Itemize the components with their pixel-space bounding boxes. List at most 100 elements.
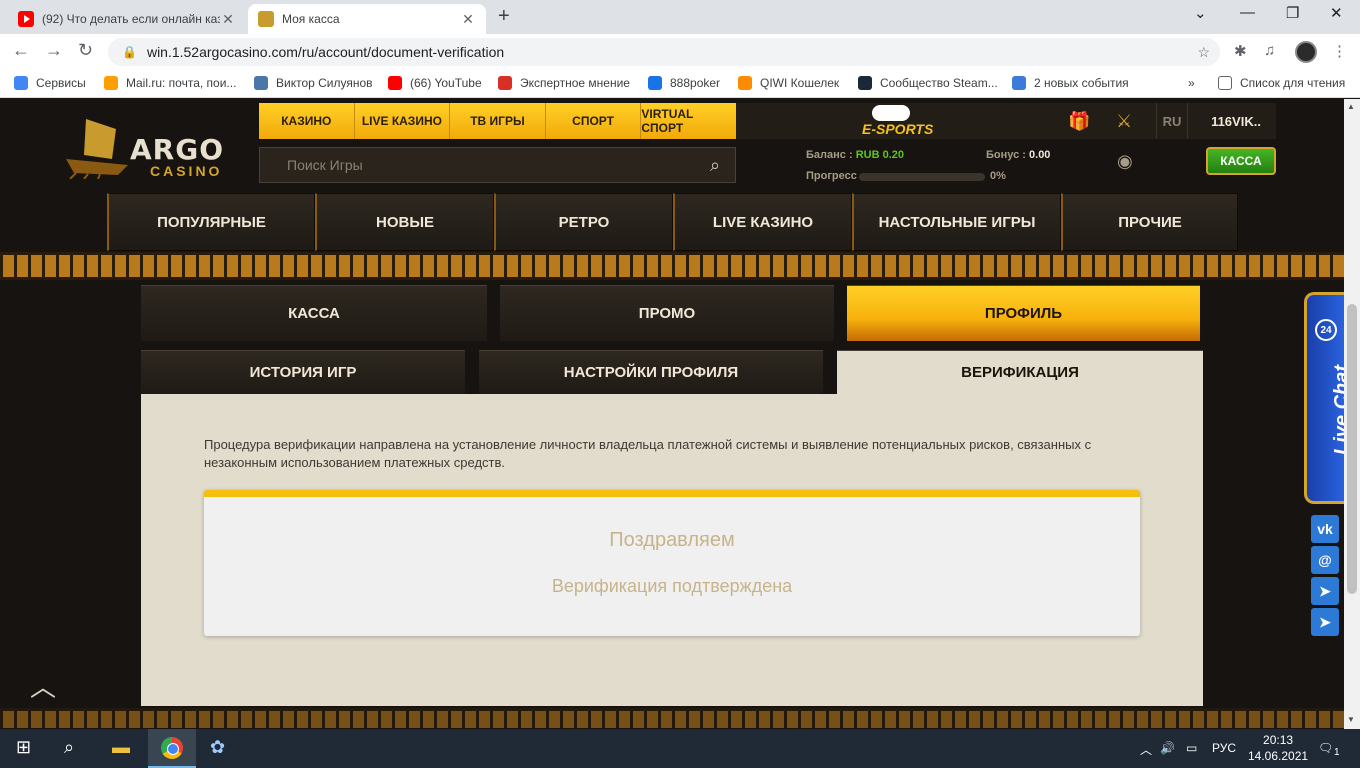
input-language[interactable]: РУС [1212, 741, 1236, 755]
browser-toolbar: ← → ↻ 🔒 win.1.52argocasino.com/ru/accoun… [0, 34, 1360, 70]
tab-profile[interactable]: ПРОФИЛЬ [847, 285, 1200, 341]
forward-icon[interactable]: → [45, 40, 63, 61]
refresh-balance-icon[interactable]: ◉ [1117, 151, 1133, 172]
tournament-icon[interactable]: ⚔ [1116, 111, 1132, 132]
search-icon[interactable]: ⌕ [64, 737, 74, 758]
chat-24-icon: 24 [1315, 319, 1337, 341]
category-other[interactable]: ПРОЧИЕ [1061, 193, 1238, 251]
scroll-down-icon[interactable]: ▼ [1347, 715, 1355, 724]
browser-tab-bar: (92) Что делать если онлайн каз ✕ Моя ка… [0, 0, 1360, 34]
tab-verification[interactable]: ВЕРИФИКАЦИЯ [837, 350, 1203, 394]
windows-taskbar: ⊞ ⌕ ▬ ✿ ︿ 🔊 ▭ РУС 20:13 14.06.2021 🗨 1 [0, 729, 1360, 768]
tab-promo[interactable]: ПРОМО [500, 285, 834, 341]
cash-button[interactable]: КАССА [1206, 147, 1276, 175]
balance-label: Баланс : [806, 149, 853, 161]
close-icon[interactable]: ✕ [460, 11, 476, 28]
telegram-icon[interactable]: ➤ [1311, 608, 1339, 636]
volume-icon[interactable]: 🔊 [1160, 741, 1175, 755]
menu-icon[interactable]: ⋮ [1332, 42, 1347, 60]
top-nav-virtual-sport[interactable]: VIRTUAL СПОРТ [641, 103, 736, 139]
file-explorer-icon[interactable]: ▬ [112, 737, 130, 758]
bookmark-item[interactable]: Сервисы [14, 76, 86, 90]
scrollbar-thumb[interactable] [1347, 304, 1357, 594]
telegram-icon[interactable]: ➤ [1311, 577, 1339, 605]
tray-chevron-icon[interactable]: ︿ [1140, 741, 1152, 758]
top-nav-sport[interactable]: СПОРТ [546, 103, 642, 139]
bookmark-label: QIWI Кошелек [760, 76, 840, 90]
account-tabs: КАССА ПРОМО ПРОФИЛЬ [141, 285, 1200, 341]
bookmark-item[interactable]: Сообщество Steam... [858, 76, 998, 90]
category-popular[interactable]: ПОПУЛЯРНЫЕ [107, 193, 315, 251]
live-chat-button[interactable]: 24 Live Chat [1304, 292, 1344, 504]
category-retro[interactable]: РЕТРО [494, 193, 673, 251]
bookmark-item[interactable]: 888poker [648, 76, 720, 90]
new-tab-icon[interactable]: + [498, 5, 510, 28]
verification-panel: Процедура верификации направлена на уста… [141, 394, 1203, 706]
lock-icon: 🔒 [122, 45, 137, 59]
notifications-icon[interactable]: 🗨 [1318, 741, 1333, 755]
tab-game-history[interactable]: ИСТОРИЯ ИГР [141, 350, 465, 394]
esports-link[interactable]: E-SPORTS [862, 105, 933, 137]
search-input[interactable] [287, 157, 695, 173]
tab-kassa[interactable]: КАССА [141, 285, 487, 341]
mail-icon[interactable]: @ [1311, 546, 1339, 574]
category-table-games[interactable]: НАСТОЛЬНЫЕ ИГРЫ [852, 193, 1061, 251]
balance-value: RUB 0.20 [855, 149, 904, 161]
bookmark-item[interactable]: Виктор Силуянов [254, 76, 373, 90]
windows-start-icon[interactable]: ⊞ [16, 737, 31, 758]
browser-tab-kassa[interactable]: Моя касса ✕ [248, 4, 486, 34]
tab-search-icon[interactable]: ⌄ [1194, 4, 1207, 22]
network-icon[interactable]: ▭ [1186, 741, 1197, 755]
top-nav-live-casino[interactable]: LIVE КАЗИНО [355, 103, 451, 139]
bookmark-item[interactable]: (66) YouTube [388, 76, 482, 90]
username[interactable]: 116VIK.. [1196, 103, 1276, 139]
decorative-border [0, 252, 1344, 280]
argo-favicon-icon [258, 11, 274, 27]
category-new[interactable]: НОВЫЕ [315, 193, 494, 251]
bookmarks-overflow[interactable]: » [1188, 76, 1195, 90]
clock[interactable]: 20:13 14.06.2021 [1248, 732, 1308, 764]
bookmark-star-icon[interactable]: ☆ [1197, 44, 1210, 61]
reading-list[interactable]: Список для чтения [1218, 76, 1345, 90]
reload-icon[interactable]: ↻ [78, 40, 93, 61]
clock-time: 20:13 [1263, 733, 1294, 747]
scroll-up-icon[interactable]: ▲ [1347, 102, 1355, 111]
top-nav-tv-games[interactable]: ТВ ИГРЫ [450, 103, 546, 139]
gift-icon[interactable]: 🎁 [1068, 111, 1090, 132]
vk-icon[interactable]: vk [1311, 515, 1339, 543]
bookmark-label: Виктор Силуянов [276, 76, 373, 90]
close-icon[interactable]: ✕ [220, 11, 236, 28]
browser-tab-youtube[interactable]: (92) Что делать если онлайн каз ✕ [8, 4, 246, 34]
search-icon[interactable]: ⌕ [695, 155, 735, 176]
bookmark-item[interactable]: Экспертное мнение [498, 76, 630, 90]
bookmark-item[interactable]: QIWI Кошелек [738, 76, 839, 90]
window-close-icon[interactable]: ✕ [1330, 4, 1343, 22]
paint-icon[interactable]: ✿ [210, 737, 225, 758]
bookmark-item[interactable]: Mail.ru: почта, пои... [104, 76, 236, 90]
profile-avatar[interactable] [1295, 41, 1317, 63]
logo-casino: CASINO [150, 163, 223, 179]
language-selector[interactable]: RU [1156, 103, 1188, 139]
address-bar[interactable]: 🔒 win.1.52argocasino.com/ru/account/docu… [108, 38, 1220, 66]
progress-value: 0% [990, 170, 1006, 182]
tab-profile-settings[interactable]: НАСТРОЙКИ ПРОФИЛЯ [479, 350, 823, 394]
top-nav-casino[interactable]: КАЗИНО [259, 103, 355, 139]
bonus-label: Бонус : [986, 149, 1026, 161]
category-live-casino[interactable]: LIVE КАЗИНО [673, 193, 852, 251]
chrome-taskbar-button[interactable] [148, 729, 196, 768]
verification-title: Поздравляем [609, 529, 735, 551]
url-text: win.1.52argocasino.com/ru/account/docume… [146, 44, 505, 60]
extensions-icon[interactable]: ✱ [1234, 42, 1247, 60]
restore-icon[interactable]: ❐ [1286, 4, 1299, 22]
globe-icon [1012, 76, 1026, 90]
minimize-icon[interactable]: — [1240, 4, 1255, 21]
media-icon[interactable]: ♫ [1264, 42, 1275, 59]
esports-label: E-SPORTS [862, 121, 934, 137]
notification-count: 1 [1334, 747, 1340, 758]
back-icon[interactable]: ← [12, 40, 30, 61]
scroll-to-top-icon[interactable]: ︿ [30, 667, 56, 704]
bookmark-item[interactable]: 2 новых события [1012, 76, 1129, 90]
argo-casino-logo[interactable]: ARGO CASINO [66, 115, 236, 179]
tab-title: Моя касса [282, 12, 340, 26]
page-scrollbar[interactable]: ▲ ▼ [1344, 99, 1360, 729]
